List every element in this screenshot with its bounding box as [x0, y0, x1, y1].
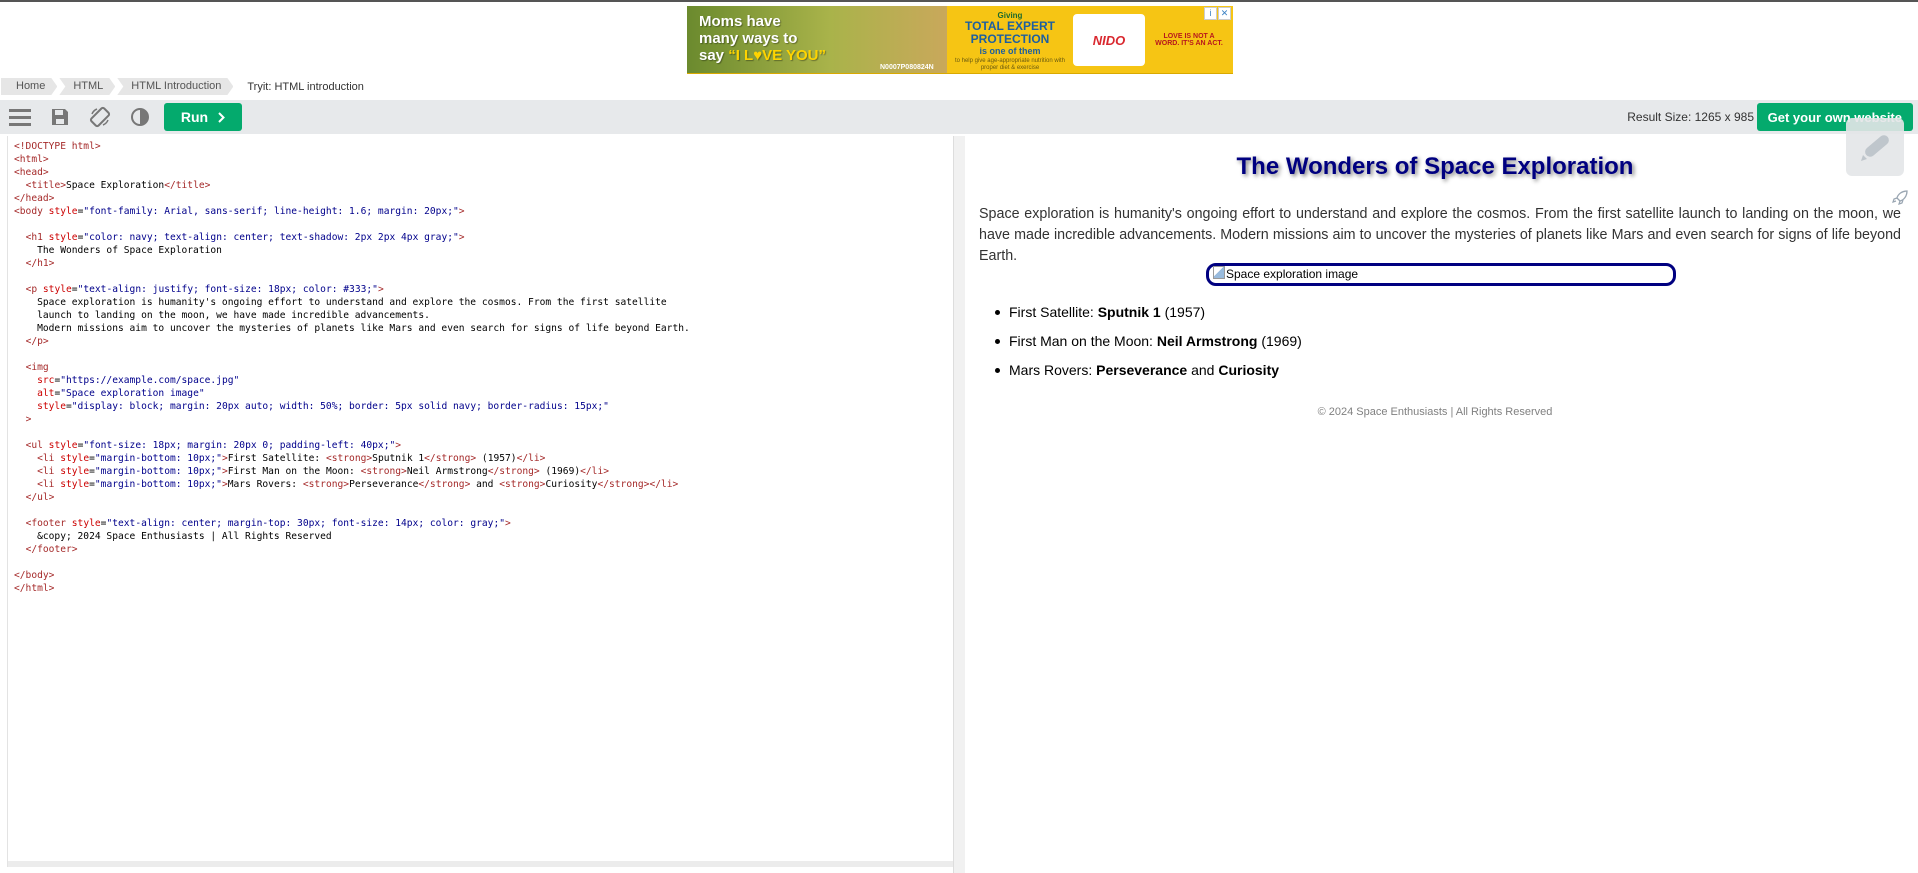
run-button-label: Run	[180, 109, 209, 125]
pencil-icon[interactable]	[1846, 118, 1904, 176]
list-item-text: (1957)	[1160, 304, 1206, 320]
ad-photo-panel: Moms have many ways to say “I L♥VE YOU” …	[687, 6, 947, 73]
list-item-text: Mars Rovers:	[1009, 362, 1097, 378]
ad-subline: is one of them	[979, 46, 1041, 56]
result-footer: © 2024 Space Enthusiasts | All Rights Re…	[1317, 406, 1553, 418]
run-button[interactable]: Run	[164, 103, 242, 131]
top-border	[0, 0, 1918, 2]
result-paragraph: Space exploration is humanity's ongoing …	[979, 206, 1901, 264]
broken-image-icon	[1213, 266, 1225, 279]
ad-slogan: Moms have many ways to say “I L♥VE YOU”	[699, 13, 849, 64]
code-editor[interactable]: <!DOCTYPE html> <html> <head> <title>Spa…	[7, 136, 954, 867]
ad-headline: PROTECTION	[970, 32, 1050, 46]
code-text[interactable]: <!DOCTYPE html> <html> <head> <title>Spa…	[8, 136, 954, 595]
ad-slogan-line: many ways to	[699, 30, 798, 47]
ad-code: N0007P080824N	[880, 64, 934, 71]
ad-message: Giving TOTAL EXPERT PROTECTION is one of…	[947, 6, 1073, 73]
advertisement-banner[interactable]: Moms have many ways to say “I L♥VE YOU” …	[687, 6, 1233, 74]
result-size: Result Size: 1265 x 985	[1627, 110, 1754, 124]
menu-icon[interactable]	[0, 100, 40, 134]
rocket-icon[interactable]	[1890, 188, 1910, 208]
ad-info-icon[interactable]: i	[1204, 7, 1217, 20]
ad-slogan-line: Moms have	[699, 13, 781, 30]
list-item: First Satellite: Sputnik 1 (1957)	[995, 304, 1302, 333]
ad-controls: i ✕	[1204, 7, 1231, 20]
list-item-text: and	[1187, 362, 1219, 378]
breadcrumb-html-introduction[interactable]: HTML Introduction	[117, 78, 233, 95]
list-item-strong: Neil Armstrong	[1156, 333, 1258, 349]
milestones-list: First Satellite: Sputnik 1 (1957) First …	[995, 304, 1302, 391]
result-frame: The Wonders of Space Exploration Space e…	[965, 136, 1918, 873]
list-item-strong: Sputnik 1	[1097, 304, 1161, 320]
list-item-text: First Satellite:	[1009, 304, 1098, 320]
list-item-text: (1969)	[1257, 333, 1302, 349]
breadcrumb: Home HTML HTML Introduction Tryit: HTML …	[1, 78, 364, 95]
image-alt-text: Space exploration image	[1226, 267, 1359, 281]
contrast-icon[interactable]	[120, 100, 160, 134]
breadcrumb-current: Tryit: HTML introduction	[247, 80, 364, 93]
save-icon[interactable]	[40, 100, 80, 134]
chevron-right-icon	[218, 111, 226, 123]
rotate-orientation-icon[interactable]	[80, 100, 120, 134]
list-item: Mars Rovers: Perseverance and Curiosity	[995, 362, 1302, 391]
list-item-text: First Man on the Moon:	[1009, 333, 1157, 349]
ad-slogan-line: say “I L♥VE YOU”	[699, 47, 849, 64]
ad-product-pack: NIDO	[1073, 14, 1145, 66]
list-item-strong: Perseverance	[1096, 362, 1188, 378]
ad-fineprint: to help give age-appropriate nutrition w…	[954, 58, 1066, 71]
horizontal-scrollbar[interactable]	[8, 861, 954, 867]
toolbar: Run Result Size: 1265 x 985 Get your own…	[0, 100, 1918, 134]
ad-slogan-prefix: say	[699, 47, 729, 64]
breadcrumb-html[interactable]: HTML	[59, 78, 115, 95]
ad-slogan-highlight: “I L♥VE YOU”	[728, 47, 827, 64]
list-item-strong: Curiosity	[1218, 362, 1280, 378]
ad-close-icon[interactable]: ✕	[1218, 7, 1231, 20]
broken-image: Space exploration image	[1206, 263, 1676, 286]
breadcrumb-home[interactable]: Home	[1, 78, 57, 95]
list-item: First Man on the Moon: Neil Armstrong (1…	[995, 333, 1302, 362]
result-heading: The Wonders of Space Exploration	[1236, 153, 1634, 180]
